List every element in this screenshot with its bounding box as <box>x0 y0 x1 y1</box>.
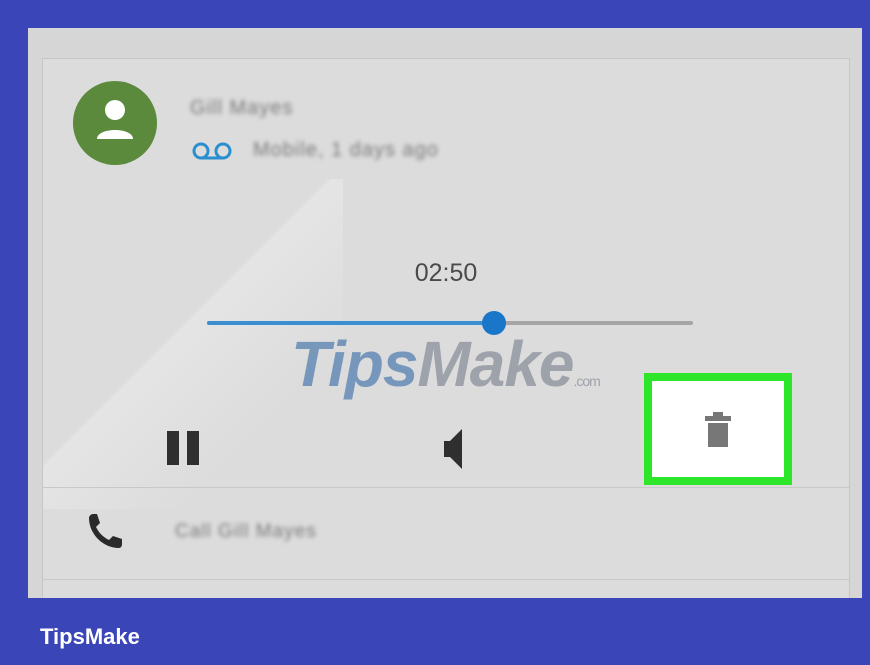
pause-icon <box>167 431 179 465</box>
slider-progress <box>207 321 494 325</box>
delete-highlight <box>644 373 792 485</box>
call-label: Call Gill Mayes <box>175 521 317 542</box>
watermark-part3: Make <box>417 328 574 400</box>
person-icon <box>97 100 133 139</box>
contact-avatar <box>73 81 157 165</box>
voicemail-icon <box>192 142 232 160</box>
call-back-row[interactable]: Call Gill Mayes <box>43 488 849 580</box>
watermark-part1: T <box>291 328 329 400</box>
speaker-icon <box>444 429 462 469</box>
divider <box>43 579 849 580</box>
pause-button[interactable] <box>155 415 215 475</box>
watermark-suffix: .com <box>573 373 601 389</box>
phone-icon <box>89 514 122 548</box>
brand-footer: TipsMake <box>40 624 140 649</box>
playback-timestamp: 02:50 <box>414 259 478 287</box>
trash-icon <box>705 412 731 447</box>
screenshot-frame: Gill Mayes Mobile, 1 days ago 02:50 Tips… <box>28 28 862 598</box>
watermark-part2: ips <box>327 328 418 400</box>
playback-slider[interactable] <box>207 311 693 335</box>
pause-icon <box>187 431 199 465</box>
delete-button[interactable] <box>652 381 784 477</box>
voicemail-detail: Mobile, 1 days ago <box>253 139 439 161</box>
watermark: TipsMake.com <box>291 327 601 401</box>
voicemail-card: Gill Mayes Mobile, 1 days ago 02:50 Tips… <box>42 58 850 598</box>
speaker-button[interactable] <box>438 424 488 474</box>
contact-name: Gill Mayes <box>190 97 294 119</box>
